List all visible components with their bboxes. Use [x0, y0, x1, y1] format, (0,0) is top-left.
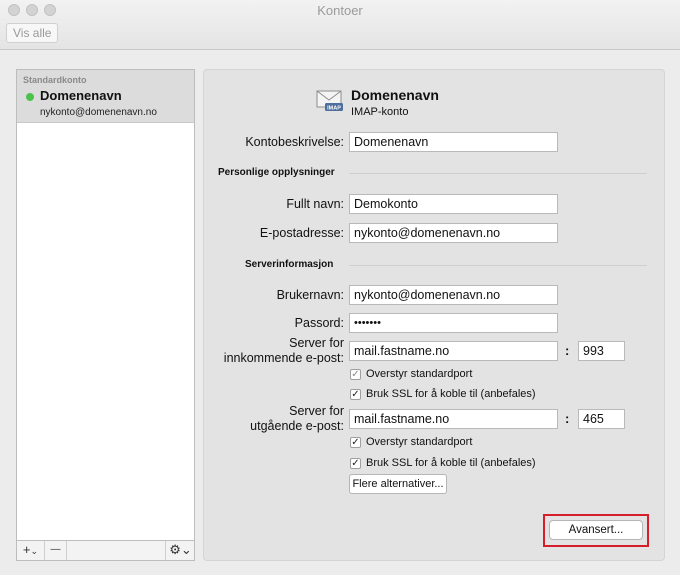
account-title: Domenenavn — [351, 87, 439, 103]
chevron-down-icon: ⌄ — [30, 546, 39, 556]
imap-mail-icon: IMAP — [316, 90, 343, 112]
show-all-button[interactable]: Vis alle — [6, 23, 59, 43]
description-input[interactable] — [349, 132, 558, 152]
account-actions-menu[interactable]: ⚙⌄ — [165, 541, 195, 560]
description-label: Kontobeskrivelse: — [245, 135, 344, 149]
add-account-button[interactable]: +⌄ — [17, 541, 45, 560]
outgoing-server-label: Server for utgående e-post: — [250, 404, 344, 433]
incoming-override-checkbox[interactable]: ✓ — [350, 369, 361, 380]
outgoing-override-label: Overstyr standardport — [366, 436, 473, 448]
outgoing-server-input[interactable] — [349, 409, 558, 429]
account-list-item[interactable]: Standardkonto Domenenavn nykonto@domenen… — [17, 70, 194, 123]
email-input[interactable] — [349, 223, 558, 243]
fullname-label: Fullt navn: — [286, 197, 344, 211]
gear-icon: ⚙⌄ — [169, 542, 192, 557]
online-status-icon — [26, 93, 34, 101]
plus-icon: + — [22, 542, 31, 557]
username-input[interactable] — [349, 285, 558, 305]
incoming-override-label: Overstyr standardport — [366, 368, 473, 380]
outgoing-ssl-label: Bruk SSL for å koble til (anbefales) — [366, 457, 536, 469]
account-group-label: Standardkonto — [23, 75, 87, 85]
incoming-ssl-label: Bruk SSL for å koble til (anbefales) — [366, 388, 536, 400]
section-divider — [349, 265, 647, 266]
server-info-heading: Serverinformasjon — [245, 259, 334, 270]
section-divider — [349, 173, 647, 174]
more-options-button[interactable]: Flere alternativer... — [349, 474, 447, 494]
window-title: Kontoer — [317, 3, 363, 18]
fullname-input[interactable] — [349, 194, 558, 214]
imap-badge-text: IMAP — [327, 106, 341, 112]
account-type: IMAP-konto — [351, 106, 409, 118]
port-separator: : — [565, 411, 570, 426]
outgoing-port-input[interactable] — [578, 409, 625, 429]
account-list-toolbar: +⌄ — ⚙⌄ — [16, 541, 195, 561]
account-list-email: nykonto@domenenavn.no — [40, 107, 157, 118]
personal-info-heading: Personlige opplysninger — [218, 167, 335, 178]
remove-account-button[interactable]: — — [45, 541, 67, 560]
title-bar: Kontoer Vis alle — [0, 0, 680, 50]
minus-icon: — — [50, 544, 61, 555]
password-input[interactable]: ••••••• — [349, 313, 558, 333]
incoming-server-label: Server for innkommende e-post: — [223, 336, 344, 365]
outgoing-ssl-checkbox[interactable]: ✓ — [350, 458, 361, 469]
email-label: E-postadresse: — [259, 226, 344, 240]
password-label: Passord: — [294, 316, 344, 330]
account-list[interactable]: Standardkonto Domenenavn nykonto@domenen… — [16, 69, 195, 541]
incoming-ssl-checkbox[interactable]: ✓ — [350, 389, 361, 400]
account-list-name: Domenenavn — [40, 88, 122, 103]
username-label: Brukernavn: — [276, 288, 344, 302]
port-separator: : — [565, 343, 570, 358]
incoming-server-input[interactable] — [349, 341, 558, 361]
outgoing-override-checkbox[interactable]: ✓ — [350, 437, 361, 448]
advanced-button-highlight — [543, 514, 649, 547]
incoming-port-input[interactable] — [578, 341, 625, 361]
